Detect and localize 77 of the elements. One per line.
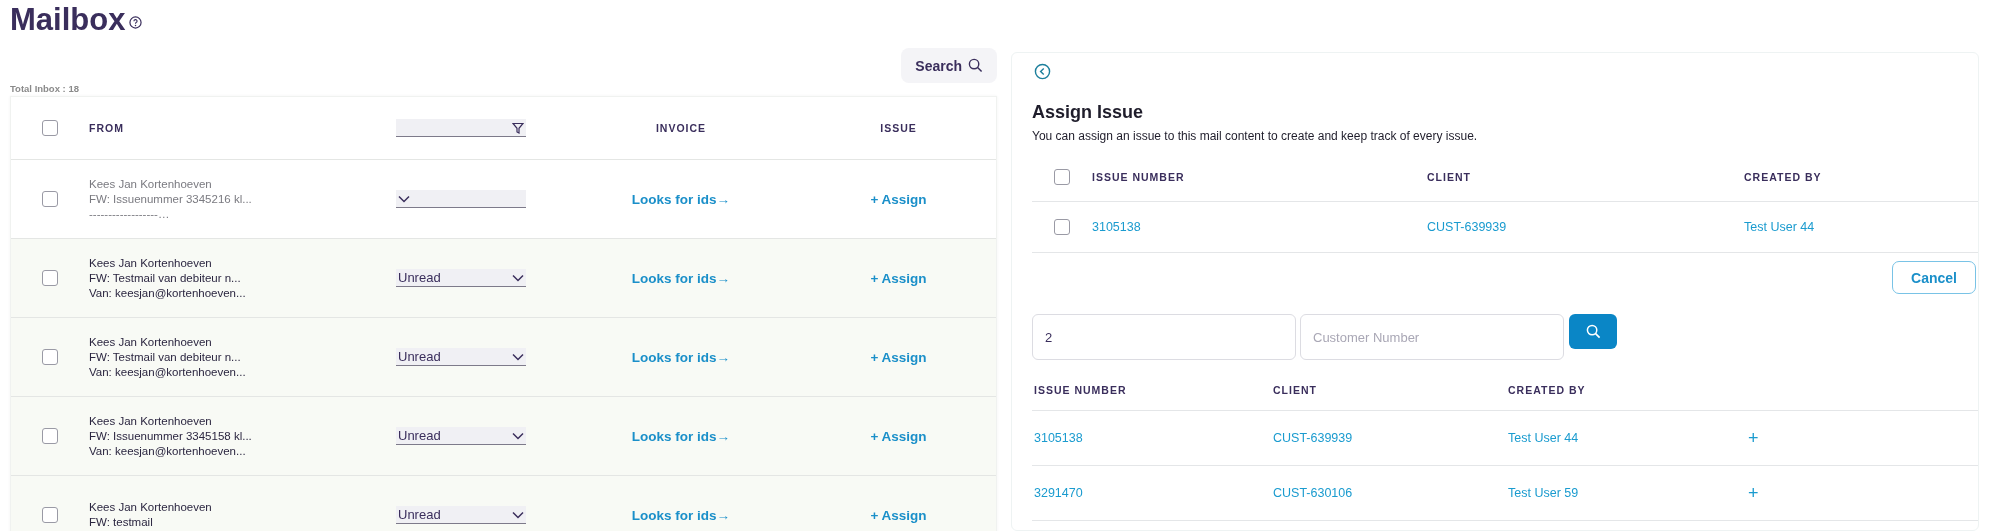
status-filter[interactable] (396, 119, 526, 137)
sender-name: Kees Jan Kortenhoeven (89, 256, 213, 270)
row-checkbox[interactable] (42, 191, 58, 207)
issue-number-field[interactable]: 2 (1032, 314, 1296, 360)
client-id[interactable]: CUST-630106 (1273, 486, 1508, 500)
column-header: ISSUE (880, 122, 917, 134)
assign-link[interactable]: + Assign (870, 428, 927, 444)
page-title: Mailbox (10, 2, 126, 38)
search-button[interactable]: Search (901, 48, 997, 83)
search-button[interactable] (1569, 314, 1617, 349)
issue-number[interactable]: 3291470 (1034, 486, 1273, 500)
search-icon (1585, 324, 1601, 339)
row-checkbox[interactable] (1054, 219, 1070, 235)
filter-icon (512, 121, 524, 134)
column-header: CREATED BY (1508, 384, 1587, 396)
status-dropdown[interactable]: Unread (396, 427, 526, 445)
invoice-link[interactable]: Looks for ids→ (631, 507, 731, 523)
status-dropdown[interactable]: Unread (396, 348, 526, 366)
mail-preview: Van: keesjan@kortenhoeven... (89, 444, 247, 458)
mail-preview: Van: keesjan@kortenhoeven... (89, 286, 247, 300)
add-button[interactable]: + (1748, 484, 1759, 502)
row-checkbox[interactable] (42, 507, 58, 523)
status-dropdown[interactable]: Unread (396, 269, 526, 287)
sender-name: Kees Jan Kortenhoeven (89, 501, 213, 514)
panel-title: Assign Issue (1032, 102, 1145, 123)
mail-subject: FW: Issuenummer 3345158 kl... (89, 429, 253, 443)
back-icon[interactable] (1034, 63, 1051, 80)
sender-name: Kees Jan Kortenhoeven (89, 414, 213, 428)
row-checkbox[interactable] (42, 428, 58, 444)
assign-link[interactable]: + Assign (870, 507, 927, 523)
mail-subject: FW: Testmail van debiteur n... (89, 350, 242, 364)
client-id[interactable]: CUST-639939 (1427, 220, 1744, 234)
column-header: FROM (89, 121, 125, 136)
invoice-link[interactable]: Looks for ids→ (631, 270, 731, 286)
help-icon[interactable] (129, 15, 143, 29)
chevron-down-icon (512, 510, 524, 519)
select-all-checkbox[interactable] (1054, 169, 1070, 185)
chevron-down-icon (512, 273, 524, 282)
mail-subject: FW: Issuenummer 3345216 kl... (89, 192, 253, 206)
select-all-checkbox[interactable] (42, 120, 58, 136)
creator-name[interactable]: Test User 59 (1508, 486, 1748, 500)
status-dropdown[interactable]: Unread (396, 506, 526, 524)
assign-link[interactable]: + Assign (870, 349, 927, 365)
panel-description: You can assign an issue to this mail content to create and keep track of every issue. (1032, 129, 1479, 143)
column-header: CLIENT (1427, 171, 1472, 183)
customer-number-field[interactable]: Customer Number (1300, 314, 1564, 360)
client-id[interactable]: CUST-639939 (1273, 431, 1508, 445)
search-icon (968, 58, 983, 73)
sender-name: Kees Jan Kortenhoeven (89, 335, 213, 349)
assign-link[interactable]: + Assign (870, 270, 927, 286)
issue-number[interactable]: 3105138 (1092, 220, 1427, 234)
invoice-link[interactable]: Looks for ids→ (631, 191, 731, 207)
status-dropdown[interactable] (396, 190, 526, 208)
total-count: Total Inbox : 18 (9, 83, 80, 96)
chevron-down-icon (512, 431, 524, 440)
column-header: CREATED BY (1744, 171, 1823, 183)
mail-subject: FW: Testmail van debiteur n... (89, 271, 242, 285)
cancel-button[interactable]: Cancel (1892, 261, 1976, 294)
column-header: INVOICE (655, 122, 707, 134)
add-button[interactable]: + (1748, 429, 1759, 447)
column-header: CLIENT (1273, 384, 1318, 396)
chevron-down-icon (398, 194, 410, 203)
column-header: ISSUE NUMBER (1034, 384, 1128, 396)
creator-name[interactable]: Test User 44 (1508, 431, 1748, 445)
row-checkbox[interactable] (42, 349, 58, 365)
sender-name: Kees Jan Kortenhoeven (89, 177, 213, 191)
column-header: ISSUE NUMBER (1092, 171, 1186, 183)
invoice-link[interactable]: Looks for ids→ (631, 428, 731, 444)
creator-name[interactable]: Test User 44 (1744, 220, 1978, 234)
mail-subject: FW: testmail (89, 516, 154, 529)
row-checkbox[interactable] (42, 270, 58, 286)
issue-number[interactable]: 3105138 (1034, 431, 1273, 445)
mail-preview: Van: keesjan@kortenhoeven... (89, 365, 247, 379)
mail-preview: ------------------… (89, 207, 171, 221)
invoice-link[interactable]: Looks for ids→ (631, 349, 731, 365)
assign-link[interactable]: + Assign (870, 191, 927, 207)
chevron-down-icon (512, 352, 524, 361)
